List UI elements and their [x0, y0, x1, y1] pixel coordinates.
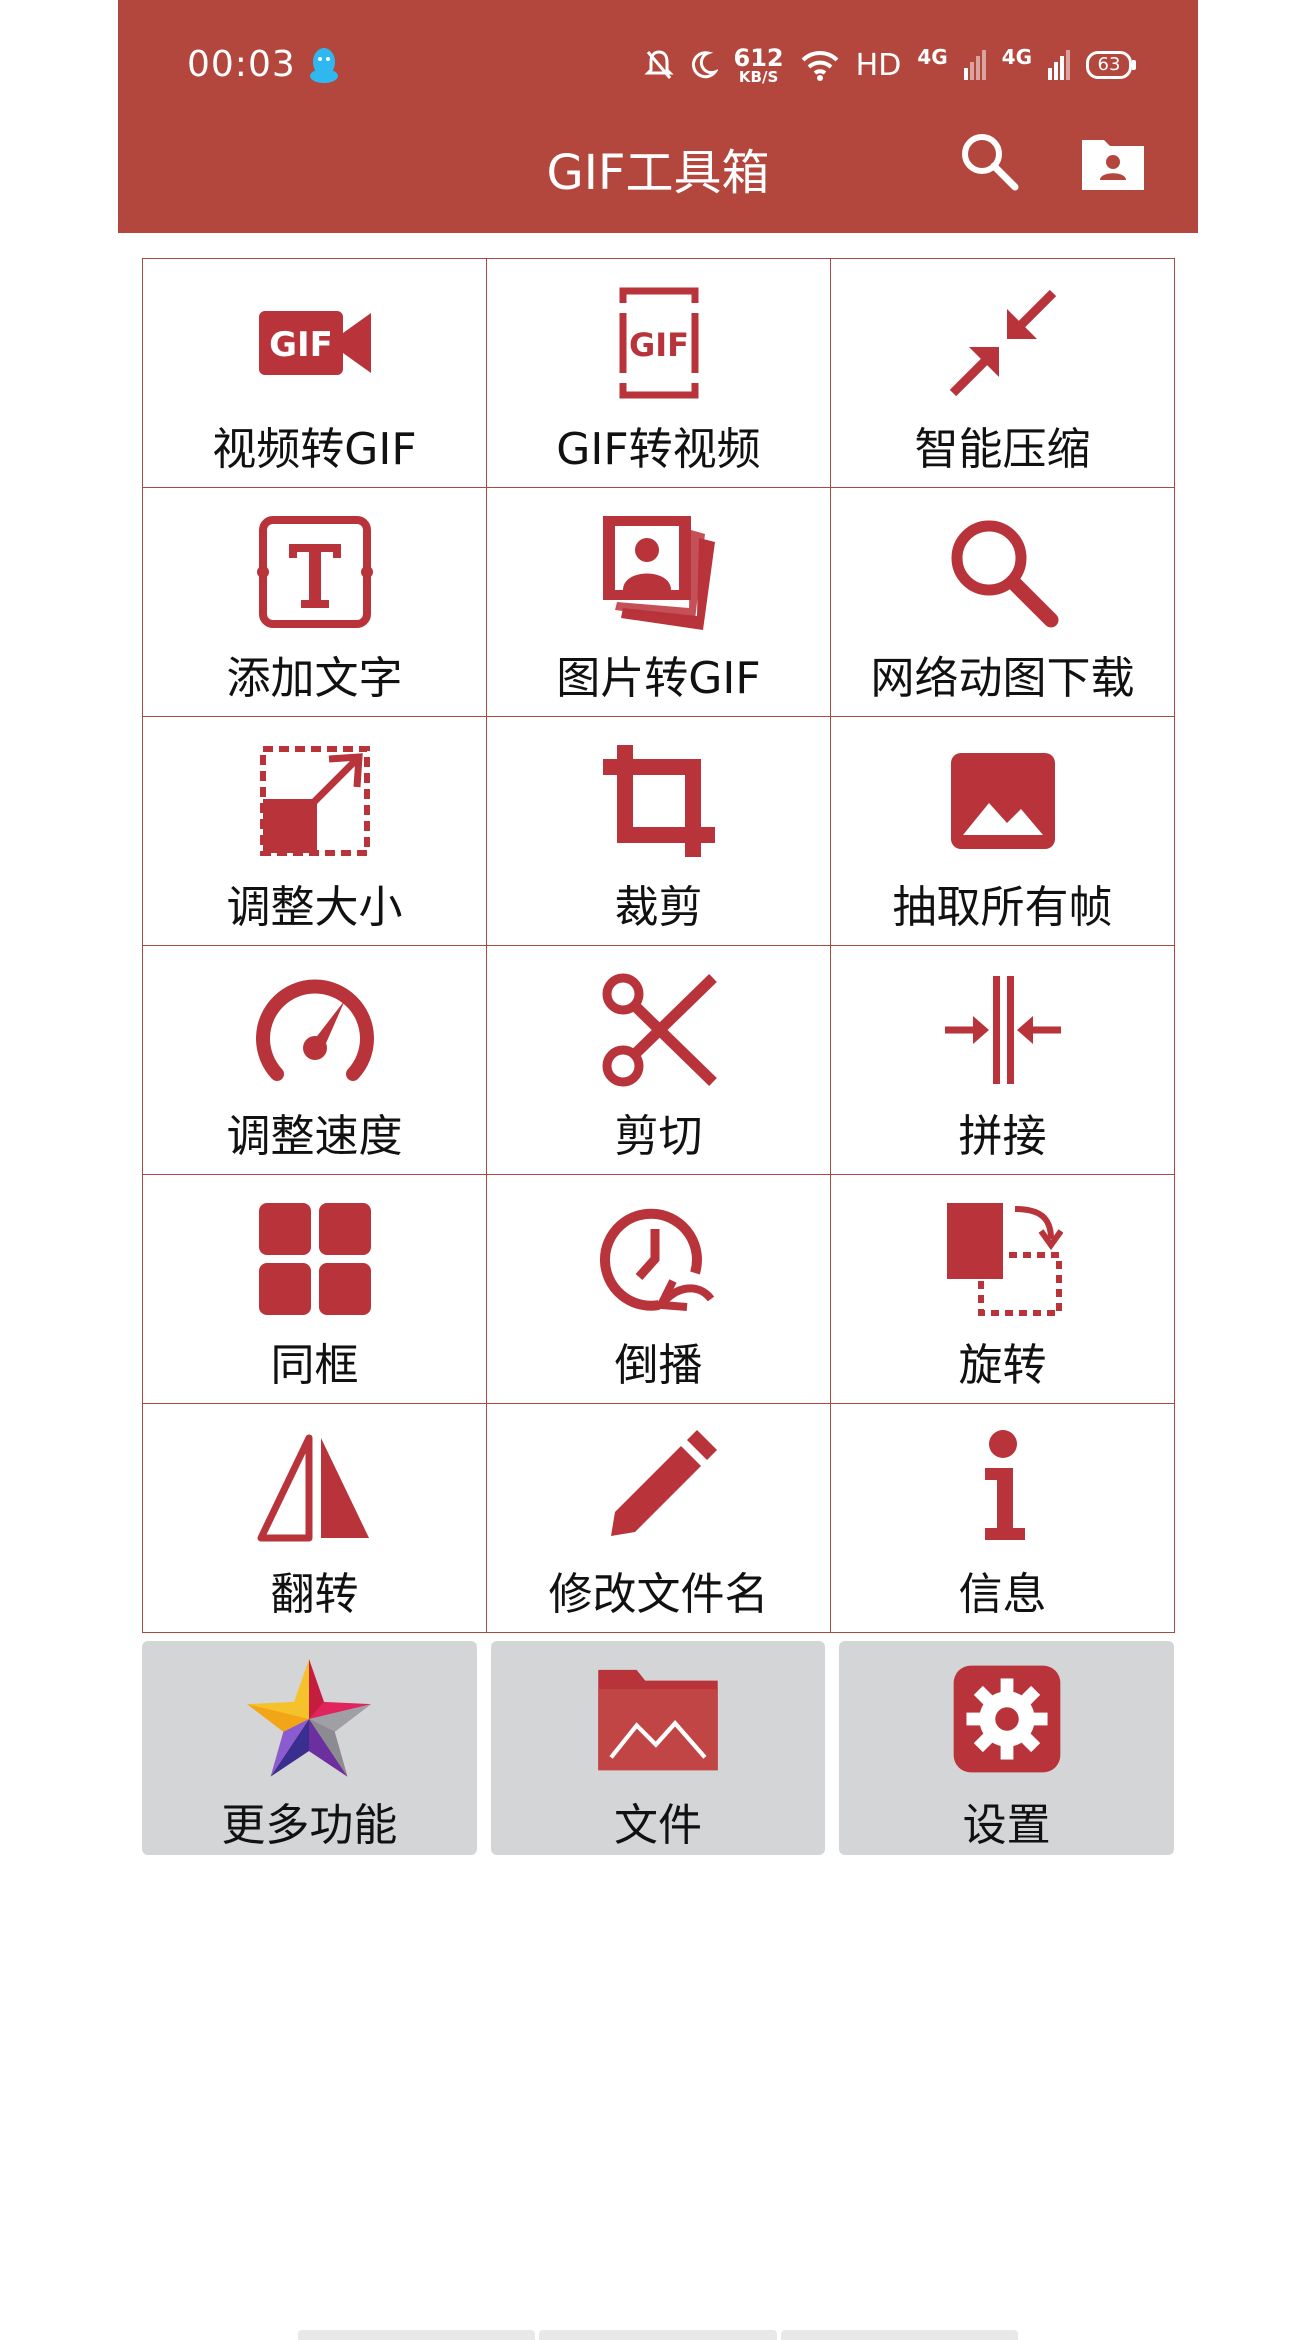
more-features-button[interactable]: 更多功能: [142, 1641, 477, 1855]
tool-label: 裁剪: [614, 882, 703, 933]
tool-rotate[interactable]: 旋转: [830, 1174, 1175, 1404]
tool-label: 图片转GIF: [556, 653, 761, 704]
app-bar: 00:03 612 KB/S HD 4G 4G 63 GIF工具箱: [118, 0, 1198, 233]
tool-add-text[interactable]: 添加文字: [142, 487, 487, 717]
photos-stack-icon: [602, 516, 715, 630]
tile-label: 设置: [962, 1800, 1051, 1851]
navigation-hint: [298, 2330, 1018, 2340]
video-to-gif-icon: GIF: [258, 311, 371, 375]
search-icon: [951, 520, 1058, 628]
tool-label: 网络动图下载: [870, 653, 1135, 704]
tool-cut[interactable]: 剪切: [486, 945, 831, 1175]
tool-speed[interactable]: 调整速度: [142, 945, 487, 1175]
bell-mute-icon: [643, 50, 674, 79]
status-icons: 612 KB/S HD 4G 4G 63: [643, 42, 1136, 88]
tool-label: 同框: [270, 1340, 359, 1391]
pencil-icon: [610, 1430, 717, 1536]
rotate-icon: [946, 1203, 1063, 1316]
tool-crop[interactable]: 裁剪: [486, 716, 831, 946]
tool-label: 智能压缩: [914, 424, 1091, 475]
tool-label: 翻转: [270, 1569, 359, 1620]
tool-label: 调整速度: [226, 1111, 403, 1162]
svg-text:GIF: GIF: [628, 326, 688, 364]
flip-icon: [257, 1434, 369, 1542]
gif-to-video-icon: GIF: [619, 287, 698, 399]
tool-extract-frames[interactable]: 抽取所有帧: [830, 716, 1175, 946]
info-icon: [984, 1430, 1025, 1540]
signal-icon-1: [963, 50, 986, 80]
tool-label: 视频转GIF: [212, 424, 417, 475]
crop-icon: [602, 745, 715, 857]
gear-icon: [953, 1665, 1061, 1773]
image-folder-icon: [598, 1669, 718, 1771]
tool-video-to-gif[interactable]: GIF 视频转GIF: [142, 258, 487, 488]
tool-label: 抽取所有帧: [892, 882, 1113, 933]
tool-rename[interactable]: 修改文件名: [486, 1403, 831, 1633]
tile-label: 更多功能: [221, 1800, 398, 1851]
tool-label: 修改文件名: [548, 1569, 769, 1620]
reverse-clock-icon: [599, 1208, 714, 1311]
settings-button[interactable]: 设置: [839, 1641, 1175, 1855]
network-speed: 612 KB/S: [733, 43, 784, 86]
app-title: GIF工具箱: [546, 145, 770, 201]
screen: 00:03 612 KB/S HD 4G 4G 63 GIF工具箱 GIF 视频…: [118, 0, 1198, 2340]
qq-icon: [310, 48, 338, 83]
resize-icon: [259, 746, 370, 856]
tool-label: 调整大小: [226, 882, 403, 933]
add-text-icon: [256, 516, 373, 628]
colorful-star-icon: [247, 1659, 372, 1777]
tool-web-gif-download[interactable]: 网络动图下载: [830, 487, 1175, 717]
merge-icon: [944, 976, 1061, 1084]
tool-label: 添加文字: [226, 653, 403, 704]
grid-icon: [258, 1203, 371, 1315]
tool-reverse[interactable]: 倒播: [486, 1174, 831, 1404]
network-type-2: 4G: [1001, 45, 1032, 69]
wifi-icon: [801, 50, 839, 81]
moon-icon: [691, 51, 718, 79]
tool-compress[interactable]: 智能压缩: [830, 258, 1175, 488]
tool-label: 剪切: [614, 1111, 703, 1162]
tool-merge[interactable]: 拼接: [830, 945, 1175, 1175]
svg-text:GIF: GIF: [269, 325, 333, 365]
scissors-icon: [602, 973, 717, 1087]
tool-info[interactable]: 信息: [830, 1403, 1175, 1633]
compress-arrows-icon: [949, 289, 1056, 397]
tool-label: 信息: [958, 1569, 1047, 1620]
network-type-1: 4G: [917, 45, 948, 69]
tool-label: 旋转: [958, 1340, 1047, 1391]
tool-gif-to-video[interactable]: GIF GIF转视频: [486, 258, 831, 488]
tool-label: 拼接: [958, 1111, 1047, 1162]
speedometer-icon: [255, 979, 374, 1081]
tool-label: 倒播: [614, 1340, 703, 1391]
tool-images-to-gif[interactable]: 图片转GIF: [486, 487, 831, 717]
tile-label: 文件: [614, 1800, 702, 1851]
tool-label: GIF转视频: [556, 424, 761, 475]
image-icon: [950, 753, 1055, 849]
folder-user-button[interactable]: [1080, 136, 1146, 192]
tool-collage[interactable]: 同框: [142, 1174, 487, 1404]
tool-resize[interactable]: 调整大小: [142, 716, 487, 946]
search-button[interactable]: [958, 130, 1020, 192]
battery-indicator: 63: [1086, 51, 1136, 79]
tool-flip[interactable]: 翻转: [142, 1403, 487, 1633]
hd-indicator: HD: [855, 47, 902, 83]
bottom-tiles: 更多功能 文件 设置: [142, 1641, 1175, 1855]
tool-grid: GIF 视频转GIF GIF GIF转视频 智能压缩 添加文字 图片转GIF 网…: [142, 258, 1175, 1633]
status-time: 00:03: [187, 44, 296, 85]
signal-icon-2: [1048, 50, 1070, 80]
files-button[interactable]: 文件: [490, 1641, 826, 1855]
